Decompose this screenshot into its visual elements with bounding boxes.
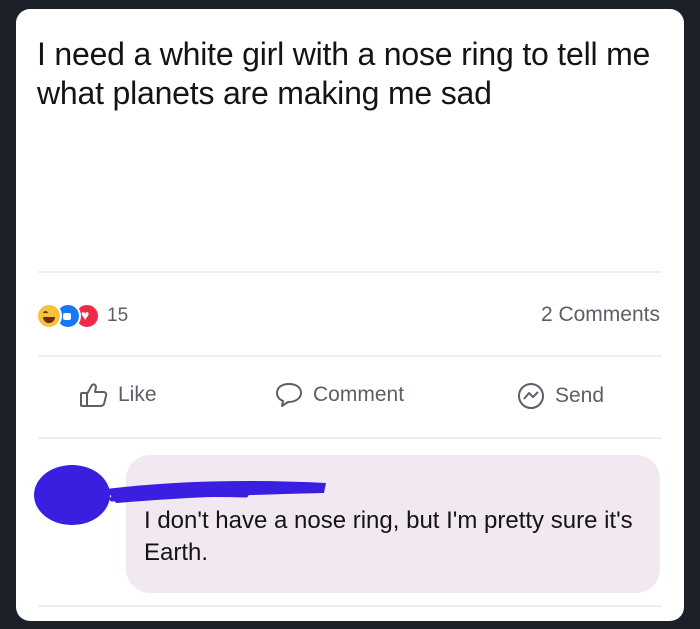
like-label: Like bbox=[118, 383, 157, 406]
haha-icon bbox=[36, 303, 62, 329]
like-button[interactable]: Like bbox=[79, 381, 157, 409]
messenger-icon bbox=[516, 381, 546, 411]
send-button[interactable]: Send bbox=[516, 381, 604, 411]
comments-count-link[interactable]: 2 Comments bbox=[541, 303, 660, 327]
divider bbox=[38, 355, 662, 357]
divider bbox=[38, 605, 662, 607]
post-card: I need a white girl with a nose ring to … bbox=[16, 9, 684, 621]
comment-button[interactable]: Comment bbox=[274, 381, 404, 409]
thumbs-up-icon bbox=[79, 381, 109, 409]
reactions-summary[interactable]: 15 bbox=[36, 301, 128, 331]
divider bbox=[38, 271, 662, 273]
post-text: I need a white girl with a nose ring to … bbox=[37, 36, 651, 111]
divider bbox=[38, 437, 662, 439]
reaction-count: 15 bbox=[107, 305, 129, 326]
comment-text: I don't have a nose ring, but I'm pretty… bbox=[144, 507, 633, 566]
send-label: Send bbox=[555, 384, 605, 407]
speech-bubble-icon bbox=[274, 381, 304, 409]
comment-label: Comment bbox=[313, 383, 405, 406]
